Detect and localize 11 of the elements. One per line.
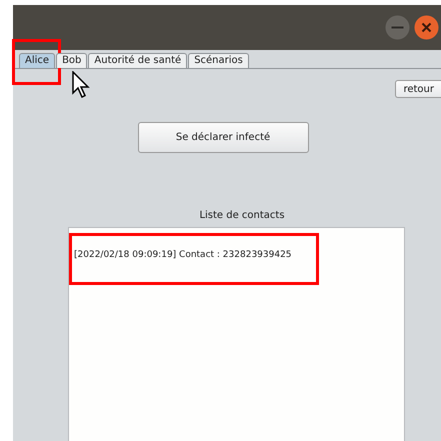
back-button[interactable]: retour xyxy=(395,80,441,98)
close-icon[interactable] xyxy=(414,15,439,40)
tab[interactable]: Alice xyxy=(19,53,56,68)
contacts-label: Liste de contacts xyxy=(199,210,285,221)
minimize-icon[interactable] xyxy=(385,15,410,40)
declare-infected-button[interactable]: Se déclarer infecté xyxy=(138,122,308,153)
tab[interactable]: Bob xyxy=(56,53,88,68)
contact-entry[interactable]: [2022/02/18 09:09:19] Contact : 232823939425 xyxy=(74,250,292,260)
tab[interactable]: Scénarios xyxy=(188,53,249,68)
tab[interactable]: Autorité de santé xyxy=(88,53,188,68)
mouse-cursor-icon xyxy=(72,71,92,98)
